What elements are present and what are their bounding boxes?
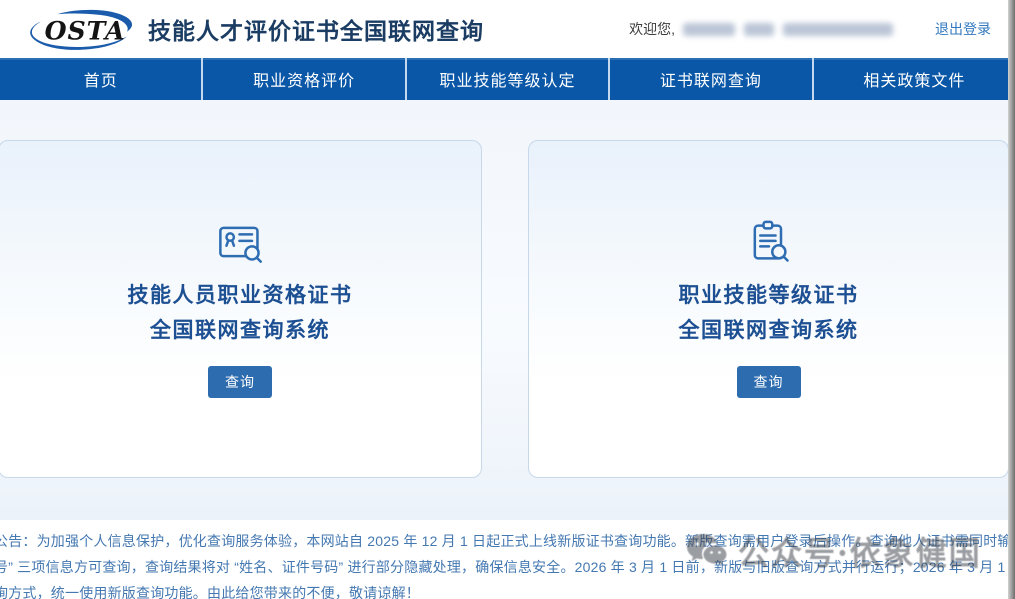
welcome-text: 欢迎您, (629, 19, 675, 39)
nav-item-skill-level-certification[interactable]: 职业技能等级认定 (405, 58, 608, 100)
nav-item-home[interactable]: 首页 (0, 58, 201, 100)
masked-username-blob (744, 23, 774, 36)
masked-username-blob (683, 23, 735, 36)
id-badge-search-icon (216, 220, 264, 264)
card-title: 职业技能等级证书 全国联网查询系统 (679, 278, 859, 348)
document-search-icon (745, 220, 793, 264)
announcement-line: 询方式，统一使用新版查询功能。由此给您带来的不便，敬请谅解！ (0, 580, 1015, 599)
masked-username-blob (783, 23, 893, 36)
announcement-line: 公告：为加强个人信息保护，优化查询服务体验，本网站自 2025 年 12 月 1… (0, 528, 1015, 554)
site-title: 技能人才评价证书全国联网查询 (148, 12, 484, 46)
logout-link[interactable]: 退出登录 (935, 19, 991, 39)
nav-item-certificate-query[interactable]: 证书联网查询 (608, 58, 811, 100)
masked-username (683, 23, 893, 36)
card-title-line2: 全国联网查询系统 (150, 319, 330, 342)
announcement-line: 号” 三项信息方可查询，查询结果将对 “姓名、证件号码” 进行部分隐藏处理，确保… (0, 554, 1015, 580)
card-title-line1: 技能人员职业资格证书 (128, 284, 353, 307)
card-occupational-qualification-cert: 技能人员职业资格证书 全国联网查询系统 查询 (0, 140, 482, 478)
osta-logo: OSTA (26, 8, 138, 50)
card-title-line1: 职业技能等级证书 (679, 284, 859, 307)
card-title-line2: 全国联网查询系统 (679, 319, 859, 342)
scrollbar[interactable] (1008, 0, 1015, 599)
main-content: 技能人员职业资格证书 全国联网查询系统 查询 职业技能等级证书 全国联网查询系统… (0, 100, 1015, 520)
card-title: 技能人员职业资格证书 全国联网查询系统 (128, 278, 353, 348)
announcement: 公告：为加强个人信息保护，优化查询服务体验，本网站自 2025 年 12 月 1… (0, 520, 1015, 599)
main-nav: 首页 职业资格评价 职业技能等级认定 证书联网查询 相关政策文件 (0, 58, 1015, 100)
osta-logo-text: OSTA (45, 15, 126, 45)
query-button-skill-level[interactable]: 查询 (737, 366, 801, 398)
header: OSTA 技能人才评价证书全国联网查询 欢迎您, 退出登录 (0, 0, 1015, 58)
nav-item-policy-files[interactable]: 相关政策文件 (812, 58, 1015, 100)
query-button-qualification[interactable]: 查询 (208, 366, 272, 398)
user-area: 欢迎您, 退出登录 (629, 0, 991, 58)
nav-item-occupational-qualification[interactable]: 职业资格评价 (201, 58, 404, 100)
card-skill-level-cert: 职业技能等级证书 全国联网查询系统 查询 (528, 140, 1009, 478)
